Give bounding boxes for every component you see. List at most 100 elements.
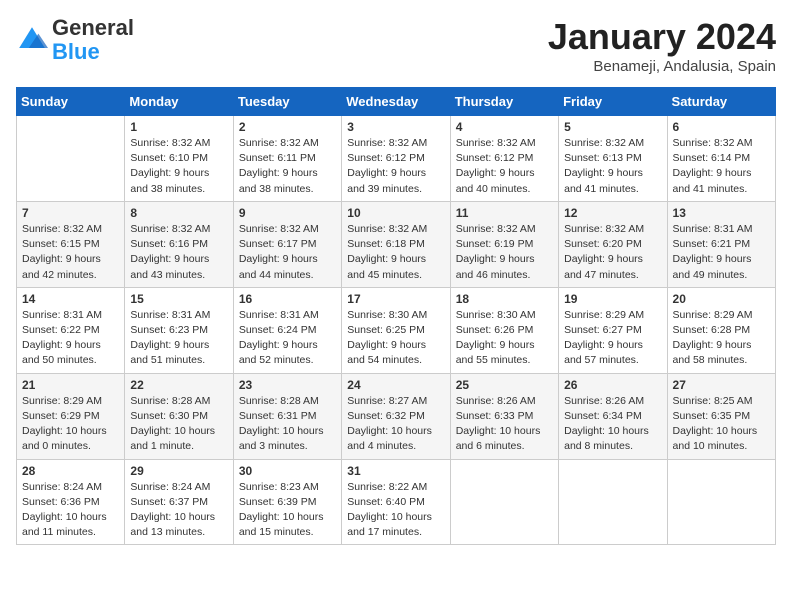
day-cell: 12 Sunrise: 8:32 AM Sunset: 6:20 PM Dayli…: [559, 201, 667, 287]
day-number: 10: [347, 206, 444, 220]
day-number: 9: [239, 206, 336, 220]
day-header-tuesday: Tuesday: [233, 88, 341, 116]
day-cell: [667, 459, 775, 545]
day-number: 30: [239, 464, 336, 478]
calendar-table: SundayMondayTuesdayWednesdayThursdayFrid…: [16, 87, 776, 545]
week-row-1: 1Sunrise: 8:32 AM Sunset: 6:10 PM Daylig…: [17, 116, 776, 202]
day-cell: 18 Sunrise: 8:30 AM Sunset: 6:26 PM Dayli…: [450, 287, 558, 373]
day-header-saturday: Saturday: [667, 88, 775, 116]
day-number: 22: [130, 378, 227, 392]
day-info: Sunrise: 8:30 AM Sunset: 6:26 PM Dayligh…: [456, 308, 553, 369]
day-info: Sunrise: 8:23 AM Sunset: 6:39 PM Dayligh…: [239, 480, 336, 541]
day-info: Sunrise: 8:32 AM Sunset: 6:12 PM Dayligh…: [347, 136, 444, 197]
day-info: Sunrise: 8:25 AM Sunset: 6:35 PM Dayligh…: [673, 394, 770, 455]
day-number: 27: [673, 378, 770, 392]
day-cell: 1Sunrise: 8:32 AM Sunset: 6:10 PM Daylig…: [125, 116, 233, 202]
day-info: Sunrise: 8:32 AM Sunset: 6:10 PM Dayligh…: [130, 136, 227, 197]
day-info: Sunrise: 8:32 AM Sunset: 6:19 PM Dayligh…: [456, 222, 553, 283]
logo-general: General: [52, 15, 134, 40]
day-info: Sunrise: 8:32 AM Sunset: 6:13 PM Dayligh…: [564, 136, 661, 197]
day-info: Sunrise: 8:31 AM Sunset: 6:22 PM Dayligh…: [22, 308, 119, 369]
day-header-friday: Friday: [559, 88, 667, 116]
day-cell: [559, 459, 667, 545]
day-cell: 16 Sunrise: 8:31 AM Sunset: 6:24 PM Dayli…: [233, 287, 341, 373]
day-number: 17: [347, 292, 444, 306]
day-cell: 6 Sunrise: 8:32 AM Sunset: 6:14 PM Daylig…: [667, 116, 775, 202]
day-cell: 14Sunrise: 8:31 AM Sunset: 6:22 PM Dayli…: [17, 287, 125, 373]
day-info: Sunrise: 8:31 AM Sunset: 6:23 PM Dayligh…: [130, 308, 227, 369]
week-row-5: 28Sunrise: 8:24 AM Sunset: 6:36 PM Dayli…: [17, 459, 776, 545]
day-info: Sunrise: 8:26 AM Sunset: 6:33 PM Dayligh…: [456, 394, 553, 455]
day-cell: 17 Sunrise: 8:30 AM Sunset: 6:25 PM Dayli…: [342, 287, 450, 373]
day-info: Sunrise: 8:32 AM Sunset: 6:14 PM Dayligh…: [673, 136, 770, 197]
day-number: 13: [673, 206, 770, 220]
day-info: Sunrise: 8:29 AM Sunset: 6:28 PM Dayligh…: [673, 308, 770, 369]
day-number: 21: [22, 378, 119, 392]
day-number: 5: [564, 120, 661, 134]
day-number: 4: [456, 120, 553, 134]
day-info: Sunrise: 8:28 AM Sunset: 6:31 PM Dayligh…: [239, 394, 336, 455]
day-info: Sunrise: 8:32 AM Sunset: 6:20 PM Dayligh…: [564, 222, 661, 283]
day-cell: 4Sunrise: 8:32 AM Sunset: 6:12 PM Daylig…: [450, 116, 558, 202]
day-cell: 19Sunrise: 8:29 AM Sunset: 6:27 PM Dayli…: [559, 287, 667, 373]
day-cell: 23 Sunrise: 8:28 AM Sunset: 6:31 PM Dayli…: [233, 373, 341, 459]
day-info: Sunrise: 8:28 AM Sunset: 6:30 PM Dayligh…: [130, 394, 227, 455]
day-number: 26: [564, 378, 661, 392]
day-cell: 8Sunrise: 8:32 AM Sunset: 6:16 PM Daylig…: [125, 201, 233, 287]
day-info: Sunrise: 8:32 AM Sunset: 6:15 PM Dayligh…: [22, 222, 119, 283]
title-block: January 2024 Benameji, Andalusia, Spain: [548, 16, 776, 75]
day-info: Sunrise: 8:32 AM Sunset: 6:11 PM Dayligh…: [239, 136, 336, 197]
logo-icon: [16, 24, 48, 56]
day-info: Sunrise: 8:26 AM Sunset: 6:34 PM Dayligh…: [564, 394, 661, 455]
week-row-2: 7 Sunrise: 8:32 AM Sunset: 6:15 PM Daylig…: [17, 201, 776, 287]
day-cell: 10 Sunrise: 8:32 AM Sunset: 6:18 PM Dayli…: [342, 201, 450, 287]
day-info: Sunrise: 8:31 AM Sunset: 6:21 PM Dayligh…: [673, 222, 770, 283]
day-number: 29: [130, 464, 227, 478]
month-title: January 2024: [548, 16, 776, 58]
day-info: Sunrise: 8:29 AM Sunset: 6:29 PM Dayligh…: [22, 394, 119, 455]
day-cell: 29 Sunrise: 8:24 AM Sunset: 6:37 PM Dayli…: [125, 459, 233, 545]
day-cell: 11 Sunrise: 8:32 AM Sunset: 6:19 PM Dayli…: [450, 201, 558, 287]
page-header: General Blue January 2024 Benameji, Anda…: [16, 16, 776, 75]
day-number: 6: [673, 120, 770, 134]
location: Benameji, Andalusia, Spain: [548, 58, 776, 75]
day-number: 7: [22, 206, 119, 220]
day-number: 25: [456, 378, 553, 392]
day-cell: 22 Sunrise: 8:28 AM Sunset: 6:30 PM Dayli…: [125, 373, 233, 459]
day-number: 12: [564, 206, 661, 220]
day-header-wednesday: Wednesday: [342, 88, 450, 116]
day-cell: 5 Sunrise: 8:32 AM Sunset: 6:13 PM Daylig…: [559, 116, 667, 202]
day-header-row: SundayMondayTuesdayWednesdayThursdayFrid…: [17, 88, 776, 116]
day-cell: 7 Sunrise: 8:32 AM Sunset: 6:15 PM Daylig…: [17, 201, 125, 287]
week-row-3: 14Sunrise: 8:31 AM Sunset: 6:22 PM Dayli…: [17, 287, 776, 373]
day-number: 11: [456, 206, 553, 220]
day-info: Sunrise: 8:22 AM Sunset: 6:40 PM Dayligh…: [347, 480, 444, 541]
day-cell: 30 Sunrise: 8:23 AM Sunset: 6:39 PM Dayli…: [233, 459, 341, 545]
day-cell: 31 Sunrise: 8:22 AM Sunset: 6:40 PM Dayli…: [342, 459, 450, 545]
day-info: Sunrise: 8:24 AM Sunset: 6:36 PM Dayligh…: [22, 480, 119, 541]
day-cell: 21 Sunrise: 8:29 AM Sunset: 6:29 PM Dayli…: [17, 373, 125, 459]
day-number: 19: [564, 292, 661, 306]
day-cell: 9 Sunrise: 8:32 AM Sunset: 6:17 PM Daylig…: [233, 201, 341, 287]
day-number: 16: [239, 292, 336, 306]
day-cell: 27 Sunrise: 8:25 AM Sunset: 6:35 PM Dayli…: [667, 373, 775, 459]
day-header-thursday: Thursday: [450, 88, 558, 116]
logo-text: General Blue: [52, 16, 134, 64]
day-cell: 28Sunrise: 8:24 AM Sunset: 6:36 PM Dayli…: [17, 459, 125, 545]
logo: General Blue: [16, 16, 134, 64]
day-number: 15: [130, 292, 227, 306]
day-cell: [450, 459, 558, 545]
day-info: Sunrise: 8:31 AM Sunset: 6:24 PM Dayligh…: [239, 308, 336, 369]
day-cell: 2Sunrise: 8:32 AM Sunset: 6:11 PM Daylig…: [233, 116, 341, 202]
day-info: Sunrise: 8:32 AM Sunset: 6:18 PM Dayligh…: [347, 222, 444, 283]
day-number: 31: [347, 464, 444, 478]
day-number: 3: [347, 120, 444, 134]
day-info: Sunrise: 8:32 AM Sunset: 6:16 PM Dayligh…: [130, 222, 227, 283]
day-info: Sunrise: 8:30 AM Sunset: 6:25 PM Dayligh…: [347, 308, 444, 369]
day-info: Sunrise: 8:32 AM Sunset: 6:17 PM Dayligh…: [239, 222, 336, 283]
day-number: 18: [456, 292, 553, 306]
day-number: 20: [673, 292, 770, 306]
day-number: 23: [239, 378, 336, 392]
day-cell: [17, 116, 125, 202]
day-info: Sunrise: 8:24 AM Sunset: 6:37 PM Dayligh…: [130, 480, 227, 541]
